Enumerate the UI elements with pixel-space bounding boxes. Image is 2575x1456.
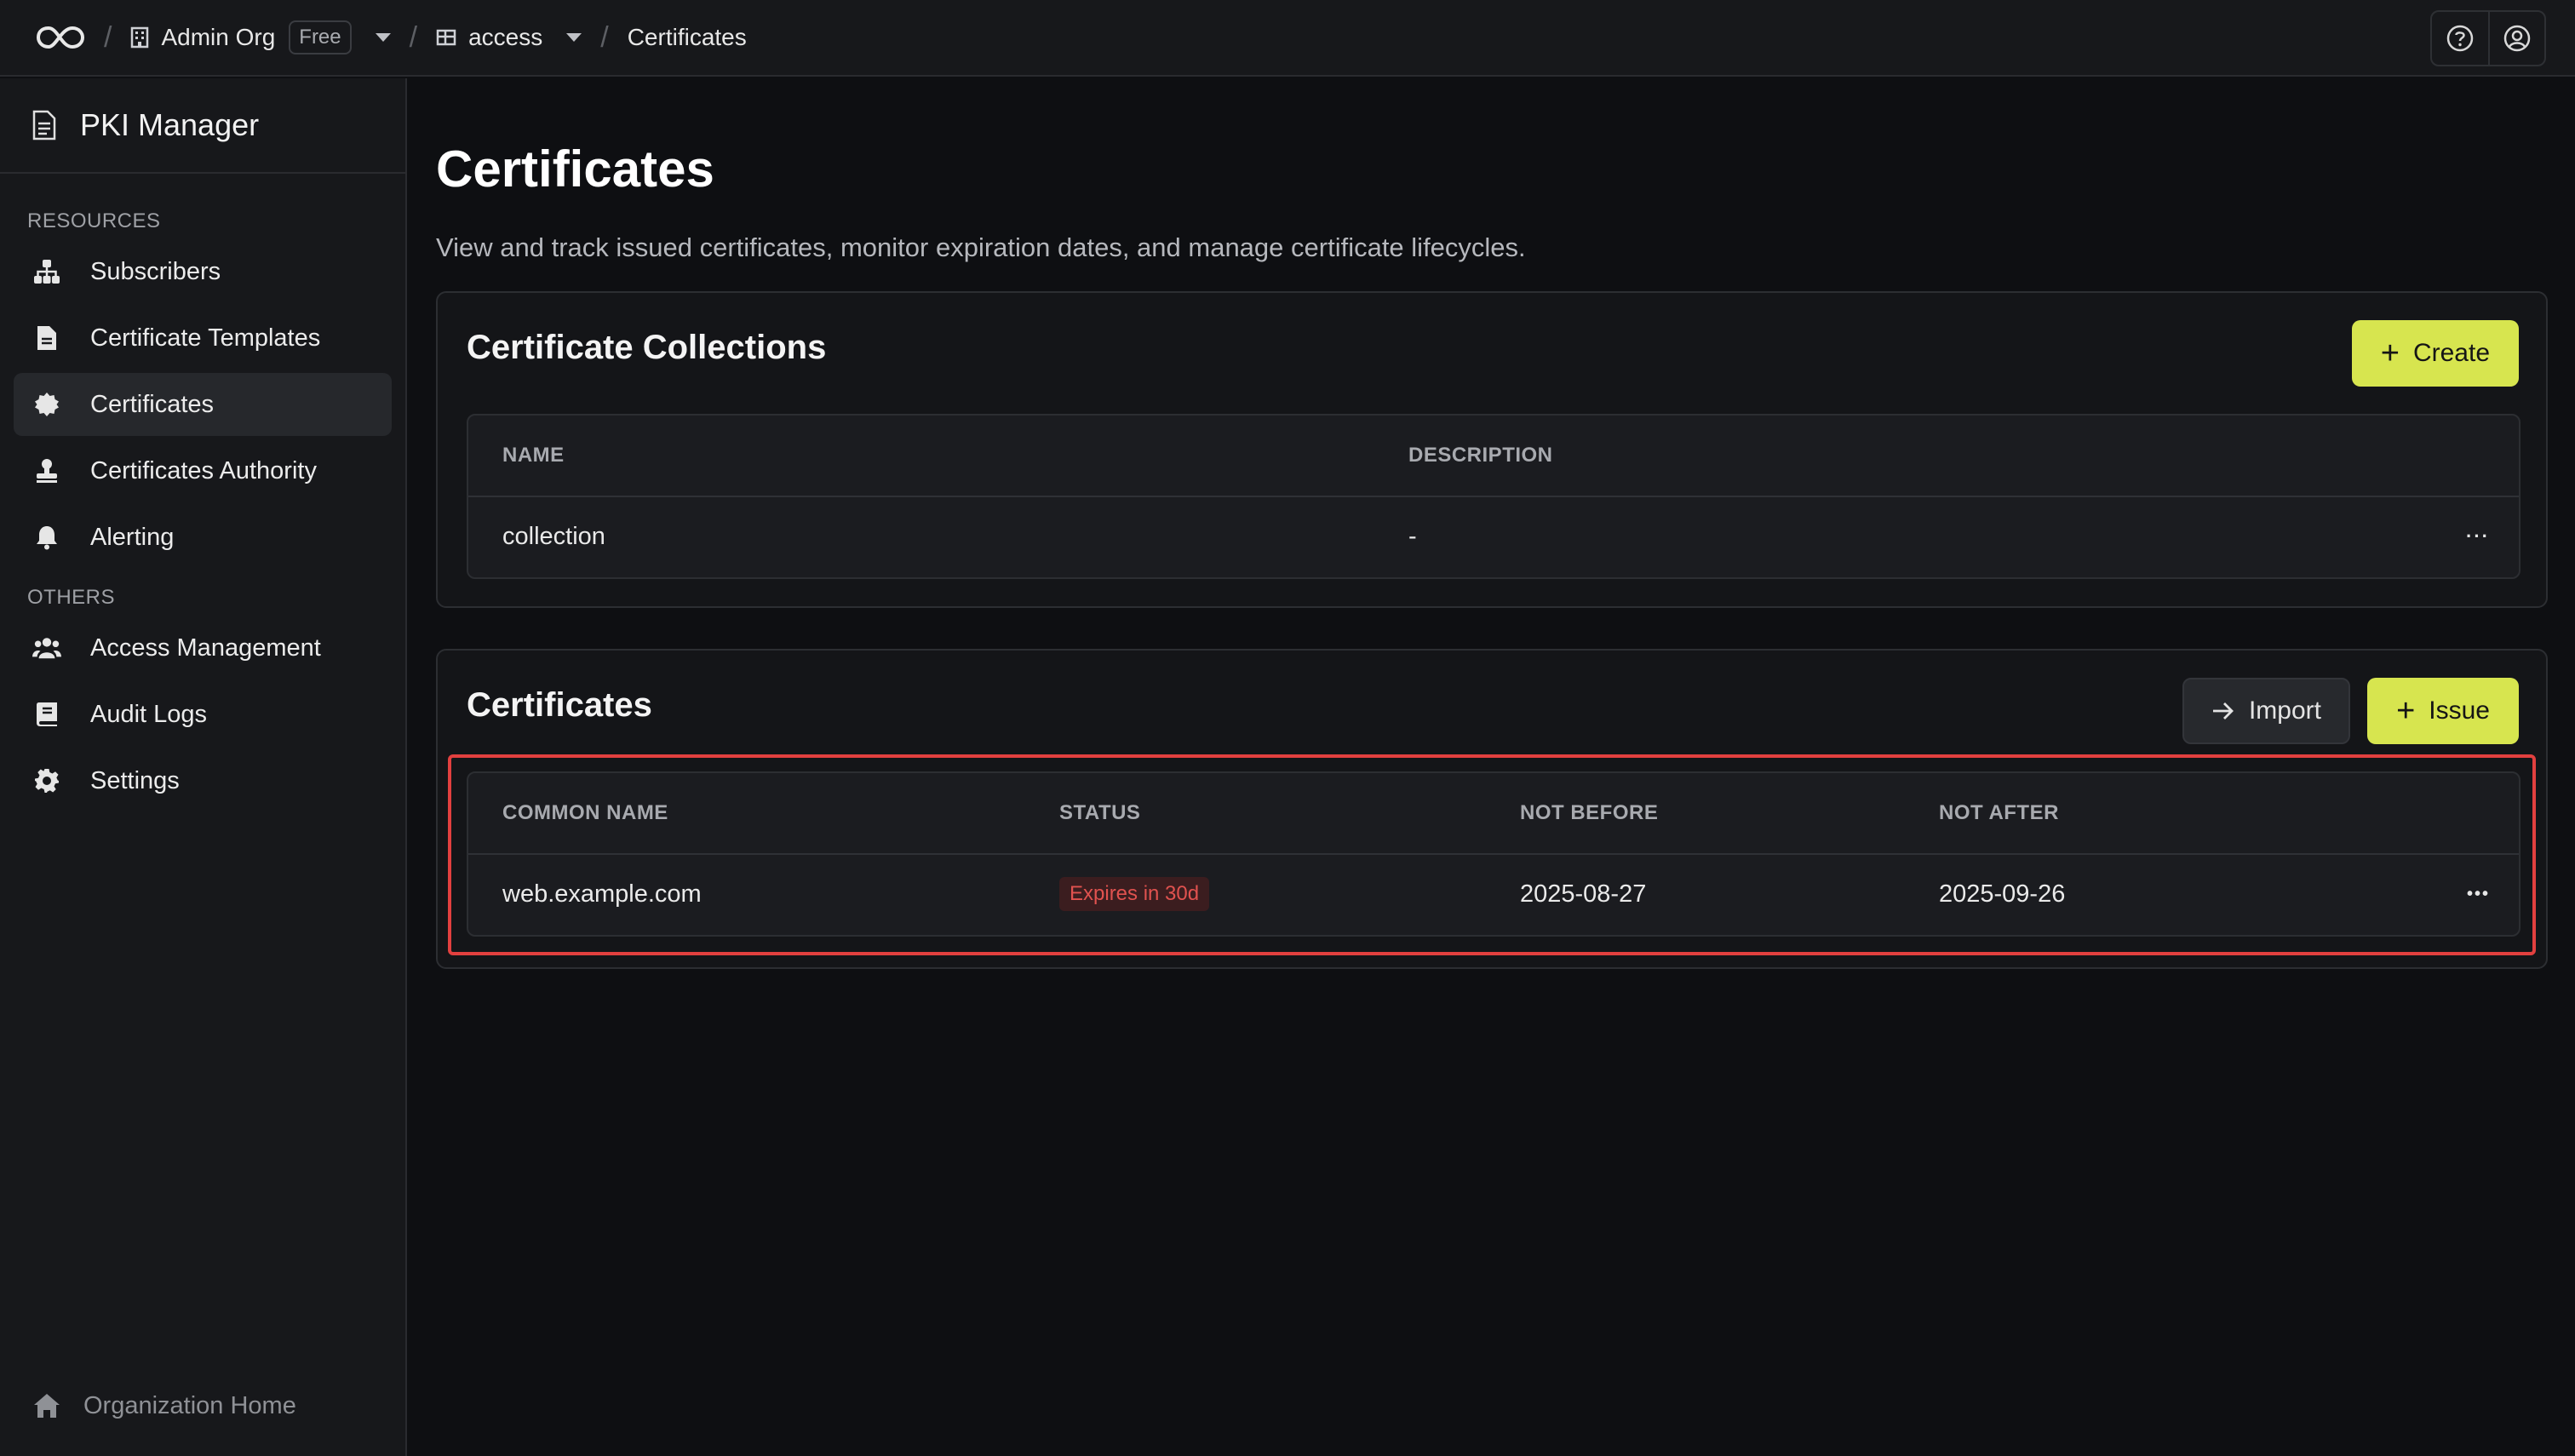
plus-icon: + xyxy=(2380,335,2400,371)
sidebar-item-label: Settings xyxy=(90,766,180,794)
project-switcher[interactable]: access xyxy=(436,24,582,51)
sidebar-item-label: Subscribers xyxy=(90,257,221,285)
gear-icon xyxy=(32,766,61,795)
home-icon xyxy=(34,1394,60,1418)
app-title: PKI Manager xyxy=(80,107,260,142)
users-icon xyxy=(32,633,61,662)
file-icon xyxy=(32,324,61,353)
column-header-common-name: COMMON NAME xyxy=(502,801,668,824)
sidebar-item-label: Certificate Templates xyxy=(90,324,321,352)
certificate-not-before: 2025-08-27 xyxy=(1520,880,1647,908)
page-description: View and track issued certificates, moni… xyxy=(436,232,1526,262)
page-title: Certificates xyxy=(436,140,714,198)
bell-icon xyxy=(32,523,61,552)
arrow-right-icon xyxy=(2212,702,2234,719)
sidebar-item-label: Audit Logs xyxy=(90,700,208,728)
user-circle-icon xyxy=(2503,25,2531,52)
chevron-down-icon[interactable] xyxy=(375,33,391,42)
table-header: COMMON NAME STATUS NOT BEFORE NOT AFTER xyxy=(468,773,2519,855)
certificates-table: COMMON NAME STATUS NOT BEFORE NOT AFTER … xyxy=(467,771,2521,937)
sidebar-item-certificates[interactable]: Certificates xyxy=(14,373,392,436)
help-icon xyxy=(2446,25,2474,52)
section-label-others: OTHERS xyxy=(27,586,116,609)
create-label: Create xyxy=(2412,339,2490,367)
table-header: NAME DESCRIPTION xyxy=(468,416,2519,497)
account-button[interactable] xyxy=(2488,12,2544,65)
sidebar-item-label: Alerting xyxy=(90,523,175,551)
sidebar-item-label: Access Management xyxy=(90,633,321,662)
column-header-description: DESCRIPTION xyxy=(1408,444,1553,467)
breadcrumb-separator: / xyxy=(600,20,609,54)
certificates-card: Certificates Import + Issue COMMON NAME … xyxy=(436,649,2548,969)
breadcrumb-separator: / xyxy=(409,20,418,54)
certificate-icon xyxy=(32,390,61,419)
section-label-resources: RESOURCES xyxy=(27,209,161,232)
import-label: Import xyxy=(2248,696,2321,725)
book-icon xyxy=(32,700,61,729)
infinity-logo-icon xyxy=(36,26,85,49)
plan-badge: Free xyxy=(289,20,352,54)
sidebar-item-access-management[interactable]: Access Management xyxy=(14,616,392,679)
top-actions xyxy=(2430,10,2546,66)
collection-description: - xyxy=(1408,522,1417,550)
sidebar-item-certificates-authority[interactable]: Certificates Authority xyxy=(14,439,392,502)
column-header-not-after: NOT AFTER xyxy=(1939,801,2059,824)
table-row[interactable]: web.example.com Expires in 30d 2025-08-2… xyxy=(468,855,2519,933)
organization-home-label: Organization Home xyxy=(83,1391,296,1419)
help-button[interactable] xyxy=(2432,12,2488,65)
building-icon xyxy=(131,26,149,49)
collection-name: collection xyxy=(502,522,605,550)
issue-label: Issue xyxy=(2429,696,2490,725)
logo[interactable] xyxy=(36,25,85,50)
row-menu-icon[interactable]: ••• xyxy=(2467,885,2490,904)
sidebar-header: PKI Manager xyxy=(0,78,405,174)
organization-home-link[interactable]: Organization Home xyxy=(0,1378,296,1434)
sidebar-item-certificate-templates[interactable]: Certificate Templates xyxy=(14,307,392,370)
breadcrumb-separator: / xyxy=(104,20,112,54)
sidebar-item-label: Certificates Authority xyxy=(90,456,317,484)
chevron-down-icon[interactable] xyxy=(566,33,582,42)
sidebar-item-settings[interactable]: Settings xyxy=(14,749,392,812)
column-header-status: STATUS xyxy=(1059,801,1141,824)
column-header-not-before: NOT BEFORE xyxy=(1520,801,1659,824)
certificate-common-name: web.example.com xyxy=(502,880,702,908)
table-row[interactable]: collection - ··· xyxy=(468,497,2519,576)
project-name: access xyxy=(468,24,543,50)
collections-card: Certificate Collections + Create NAME DE… xyxy=(436,291,2548,608)
collections-title: Certificate Collections xyxy=(467,329,827,366)
org-switcher[interactable]: Admin Org Free xyxy=(130,20,391,54)
sidebar-item-audit-logs[interactable]: Audit Logs xyxy=(14,683,392,746)
certificate-not-after: 2025-09-26 xyxy=(1939,880,2066,908)
breadcrumb-current: Certificates xyxy=(627,24,747,50)
plus-icon: + xyxy=(2396,693,2416,729)
column-header-name: NAME xyxy=(502,444,565,467)
status-badge: Expires in 30d xyxy=(1059,877,1210,911)
sidebar: PKI Manager RESOURCES Subscribers Certif… xyxy=(0,78,407,1456)
main-content: Certificates View and track issued certi… xyxy=(436,78,2548,969)
sidebar-item-subscribers[interactable]: Subscribers xyxy=(14,240,392,303)
stamp-icon xyxy=(32,456,61,485)
row-menu-icon[interactable]: ··· xyxy=(2466,525,2490,547)
create-collection-button[interactable]: + Create xyxy=(2351,320,2519,387)
import-button[interactable]: Import xyxy=(2182,678,2350,744)
collections-table: NAME DESCRIPTION collection - ··· xyxy=(467,414,2521,579)
sidebar-item-label: Certificates xyxy=(90,390,215,418)
issue-button[interactable]: + Issue xyxy=(2367,678,2519,744)
document-icon xyxy=(32,110,56,140)
org-name: Admin Org xyxy=(161,24,276,50)
certificates-title: Certificates xyxy=(467,686,652,724)
sidebar-item-alerting[interactable]: Alerting xyxy=(14,506,392,569)
table-icon xyxy=(436,29,456,46)
top-bar: / Admin Org Free / access / Certificates xyxy=(0,0,2575,77)
sitemap-icon xyxy=(32,257,61,286)
